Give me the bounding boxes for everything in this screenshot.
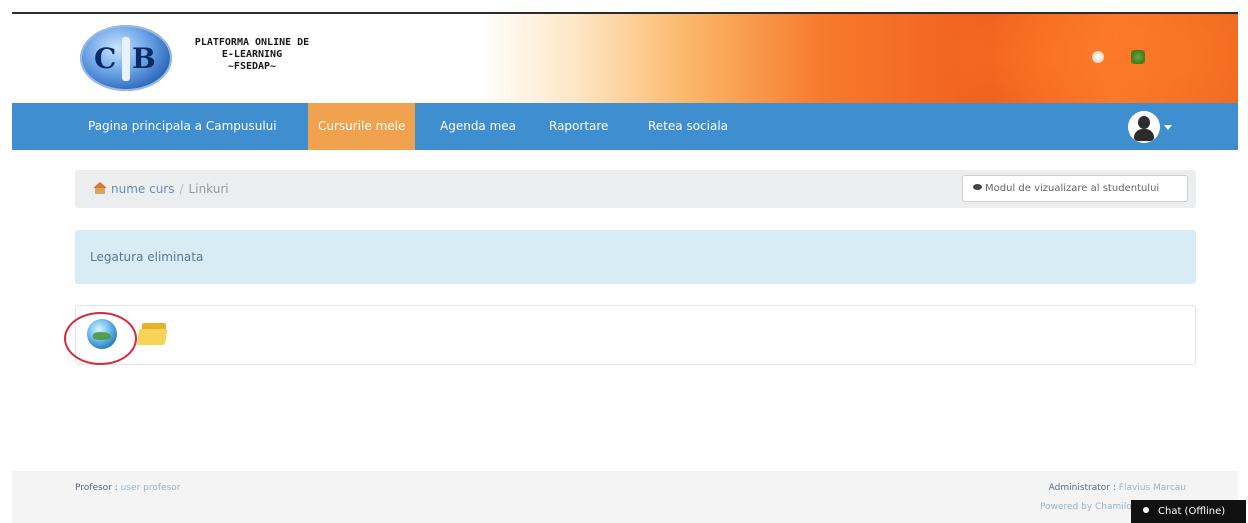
site-title-line-1: PLATFORMA ONLINE DE — [194, 37, 310, 48]
footer-professor: Profesor : user profesor — [75, 483, 180, 493]
footer-admin: Administrator : Flavius Marcau — [1049, 483, 1186, 493]
nav-item-reporting[interactable]: Raportare — [539, 103, 618, 150]
professor-name-link[interactable]: user profesor — [121, 483, 181, 493]
nav-item-campus-home[interactable]: Pagina principala a Campusului — [78, 103, 287, 150]
nav-item-my-courses[interactable]: Cursurile mele — [308, 103, 416, 150]
breadcrumb-course-link[interactable]: nume curs — [111, 182, 175, 196]
site-title: PLATFORMA ONLINE DE E-LEARNING ~FSEDAP~ — [182, 37, 322, 73]
user-menu[interactable] — [1128, 111, 1188, 143]
chat-status-button[interactable]: Chat (Offline) — [1131, 500, 1246, 523]
banner-leaf-icon[interactable] — [1131, 50, 1145, 64]
chat-status-dot-icon — [1143, 507, 1149, 513]
user-avatar-icon[interactable] — [1128, 111, 1160, 143]
folder-icon[interactable] — [136, 323, 170, 349]
chat-status-label: Chat (Offline) — [1158, 506, 1226, 517]
home-icon[interactable] — [93, 182, 107, 194]
breadcrumb-separator: / — [179, 182, 184, 196]
page-footer: Profesor : user profesor Administrator :… — [12, 471, 1238, 523]
campus-logo[interactable]: C B — [80, 25, 172, 91]
professor-label: Profesor : — [75, 483, 118, 493]
main-navbar: Pagina principala a Campusului Cursurile… — [12, 103, 1238, 150]
student-view-label: Modul de vizualizare al studentului — [985, 183, 1160, 194]
links-toolbar — [75, 305, 1196, 365]
site-title-line-2: E-LEARNING — [221, 49, 283, 60]
powered-by-link[interactable]: Powered by Chamilo — [1040, 502, 1132, 512]
info-alert: Legatura eliminata — [75, 230, 1196, 284]
alert-message: Legatura eliminata — [90, 250, 204, 264]
logo-letter-left: C — [94, 42, 117, 75]
banner-bell-icon[interactable] — [1092, 51, 1104, 63]
site-title-line-3: ~FSEDAP~ — [227, 61, 277, 72]
admin-name-link[interactable]: Flavius Marcau — [1119, 483, 1186, 493]
chevron-down-icon[interactable] — [1164, 125, 1172, 130]
nav-item-social-network[interactable]: Retea sociala — [638, 103, 738, 150]
logo-letter-right: B — [132, 42, 156, 75]
student-view-button[interactable]: Modul de vizualizare al studentului — [962, 175, 1188, 202]
admin-label: Administrator : — [1048, 483, 1116, 493]
breadcrumb-current: Linkuri — [188, 182, 229, 196]
highlight-circle-annotation — [64, 312, 137, 365]
eye-icon — [973, 184, 982, 190]
breadcrumb: nume curs / Linkuri Modul de vizualizare a… — [75, 170, 1196, 208]
nav-item-my-agenda[interactable]: Agenda mea — [430, 103, 526, 150]
site-header: C B PLATFORMA ONLINE DE E-LEARNING ~FSED… — [12, 12, 1238, 103]
